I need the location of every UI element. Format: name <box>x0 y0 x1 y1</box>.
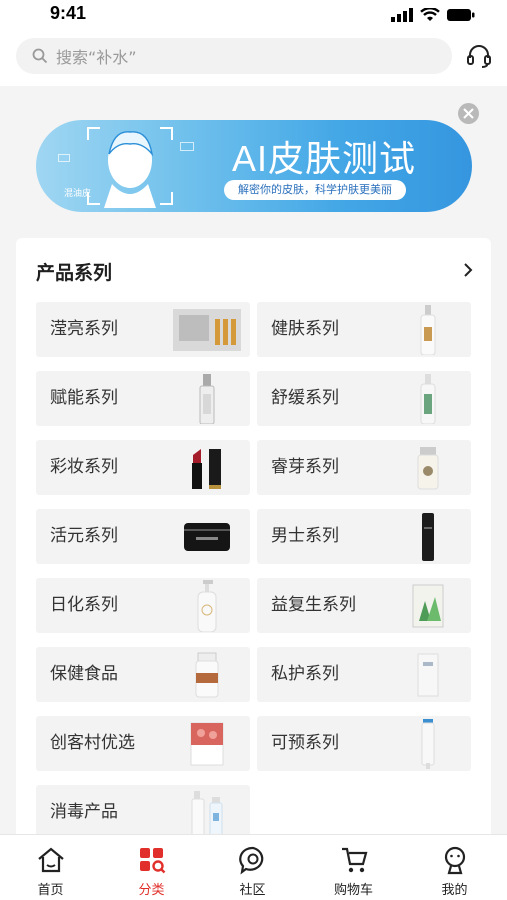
scan-marker <box>180 142 194 151</box>
green-box-icon <box>393 580 463 631</box>
series-card[interactable]: 私护系列 <box>257 647 471 702</box>
series-label: 创客村优选 <box>50 733 135 753</box>
tab-label: 首页 <box>37 883 64 898</box>
product-series-panel: 产品系列 滢亮系列 健肤系列 赋能系列 舒缓系列 彩妆系列 睿芽系列 活元系列 … <box>16 238 491 834</box>
black-bottle-icon <box>393 511 463 562</box>
banner-close-button[interactable] <box>458 103 479 124</box>
content-area: 混油皮 AI皮肤测试 解密你的皮肤，科学护肤更美丽 产品系列 滢亮系列 健肤系列… <box>0 86 507 834</box>
supplement-bottle-icon <box>172 649 242 700</box>
close-icon <box>463 108 474 119</box>
banner-title: AI皮肤测试 <box>232 138 417 179</box>
chevron-right-icon <box>464 263 473 277</box>
series-label: 活元系列 <box>50 526 118 546</box>
profile-icon <box>444 846 466 875</box>
series-card[interactable]: 滢亮系列 <box>36 302 250 357</box>
food-package-icon <box>172 718 242 769</box>
series-label: 私护系列 <box>271 664 339 684</box>
ampoule-set-icon <box>172 304 242 355</box>
tab-cart[interactable]: 购物车 <box>303 835 404 900</box>
headset-icon <box>467 45 491 68</box>
search-placeholder: 搜索“补水” <box>56 48 137 67</box>
sachet-icon <box>393 649 463 700</box>
search-icon <box>32 48 48 64</box>
series-card[interactable]: 保健食品 <box>36 647 250 702</box>
customer-service-button[interactable] <box>465 42 493 74</box>
banner-subtitle: 解密你的皮肤，科学护肤更美丽 <box>224 180 406 200</box>
bottom-tab-bar: 首页 分类 社区 购物车 我的 <box>0 834 507 900</box>
series-label: 健肤系列 <box>271 319 339 339</box>
ai-skin-test-banner[interactable]: 混油皮 AI皮肤测试 解密你的皮肤，科学护肤更美丽 <box>36 120 472 212</box>
series-card[interactable]: 消毒产品 <box>36 785 250 834</box>
series-card[interactable]: 可预系列 <box>257 716 471 771</box>
series-card[interactable]: 男士系列 <box>257 509 471 564</box>
series-label: 可预系列 <box>271 733 339 753</box>
series-card[interactable]: 创客村优选 <box>36 716 250 771</box>
series-card[interactable]: 日化系列 <box>36 578 250 633</box>
series-label: 彩妆系列 <box>50 457 118 477</box>
community-icon <box>239 846 264 875</box>
series-card[interactable]: 睿芽系列 <box>257 440 471 495</box>
series-label: 滢亮系列 <box>50 319 118 339</box>
tab-category[interactable]: 分类 <box>101 835 202 900</box>
series-label: 睿芽系列 <box>271 457 339 477</box>
serum-bottle-icon <box>172 373 242 424</box>
battery-icon <box>447 9 475 21</box>
tab-home[interactable]: 首页 <box>0 835 101 900</box>
panel-title: 产品系列 <box>36 262 113 284</box>
signal-icon <box>391 8 413 22</box>
spray-bottles-icon <box>172 787 242 834</box>
status-icons <box>391 8 475 22</box>
wifi-icon <box>420 8 440 21</box>
panel-more-button[interactable] <box>463 262 473 282</box>
scan-marker <box>58 154 70 162</box>
tab-label: 社区 <box>239 883 266 898</box>
tube-icon <box>393 718 463 769</box>
series-label: 益复生系列 <box>271 595 356 615</box>
lipstick-icon <box>172 442 242 493</box>
series-card[interactable]: 赋能系列 <box>36 371 250 426</box>
search-row: 搜索“补水” <box>0 32 507 86</box>
tab-label: 我的 <box>441 883 468 898</box>
category-icon <box>140 848 166 874</box>
series-card[interactable]: 舒缓系列 <box>257 371 471 426</box>
skin-type-tag: 混油皮 <box>64 189 92 199</box>
status-time: 9:41 <box>50 3 87 23</box>
tab-label: 购物车 <box>333 883 373 898</box>
cream-jar-icon <box>393 442 463 493</box>
series-label: 消毒产品 <box>50 802 118 822</box>
series-card[interactable]: 活元系列 <box>36 509 250 564</box>
series-card[interactable]: 彩妆系列 <box>36 440 250 495</box>
series-label: 男士系列 <box>271 526 339 546</box>
tab-community[interactable]: 社区 <box>202 835 303 900</box>
series-label: 日化系列 <box>50 595 118 615</box>
series-card[interactable]: 益复生系列 <box>257 578 471 633</box>
status-bar: 9:41 <box>0 0 507 32</box>
cart-icon <box>342 847 368 873</box>
home-icon <box>38 847 64 873</box>
tab-profile[interactable]: 我的 <box>404 835 505 900</box>
pump-bottle-icon <box>172 579 242 632</box>
series-card[interactable]: 健肤系列 <box>257 302 471 357</box>
series-label: 保健食品 <box>50 664 118 684</box>
tab-label: 分类 <box>138 883 165 898</box>
black-jar-icon <box>172 511 242 562</box>
face-scan-icon <box>87 127 173 208</box>
lotion-bottle-icon <box>393 304 463 355</box>
series-label: 舒缓系列 <box>271 388 339 408</box>
series-label: 赋能系列 <box>50 388 118 408</box>
search-input[interactable]: 搜索“补水” <box>16 38 452 74</box>
toner-bottle-icon <box>393 373 463 424</box>
